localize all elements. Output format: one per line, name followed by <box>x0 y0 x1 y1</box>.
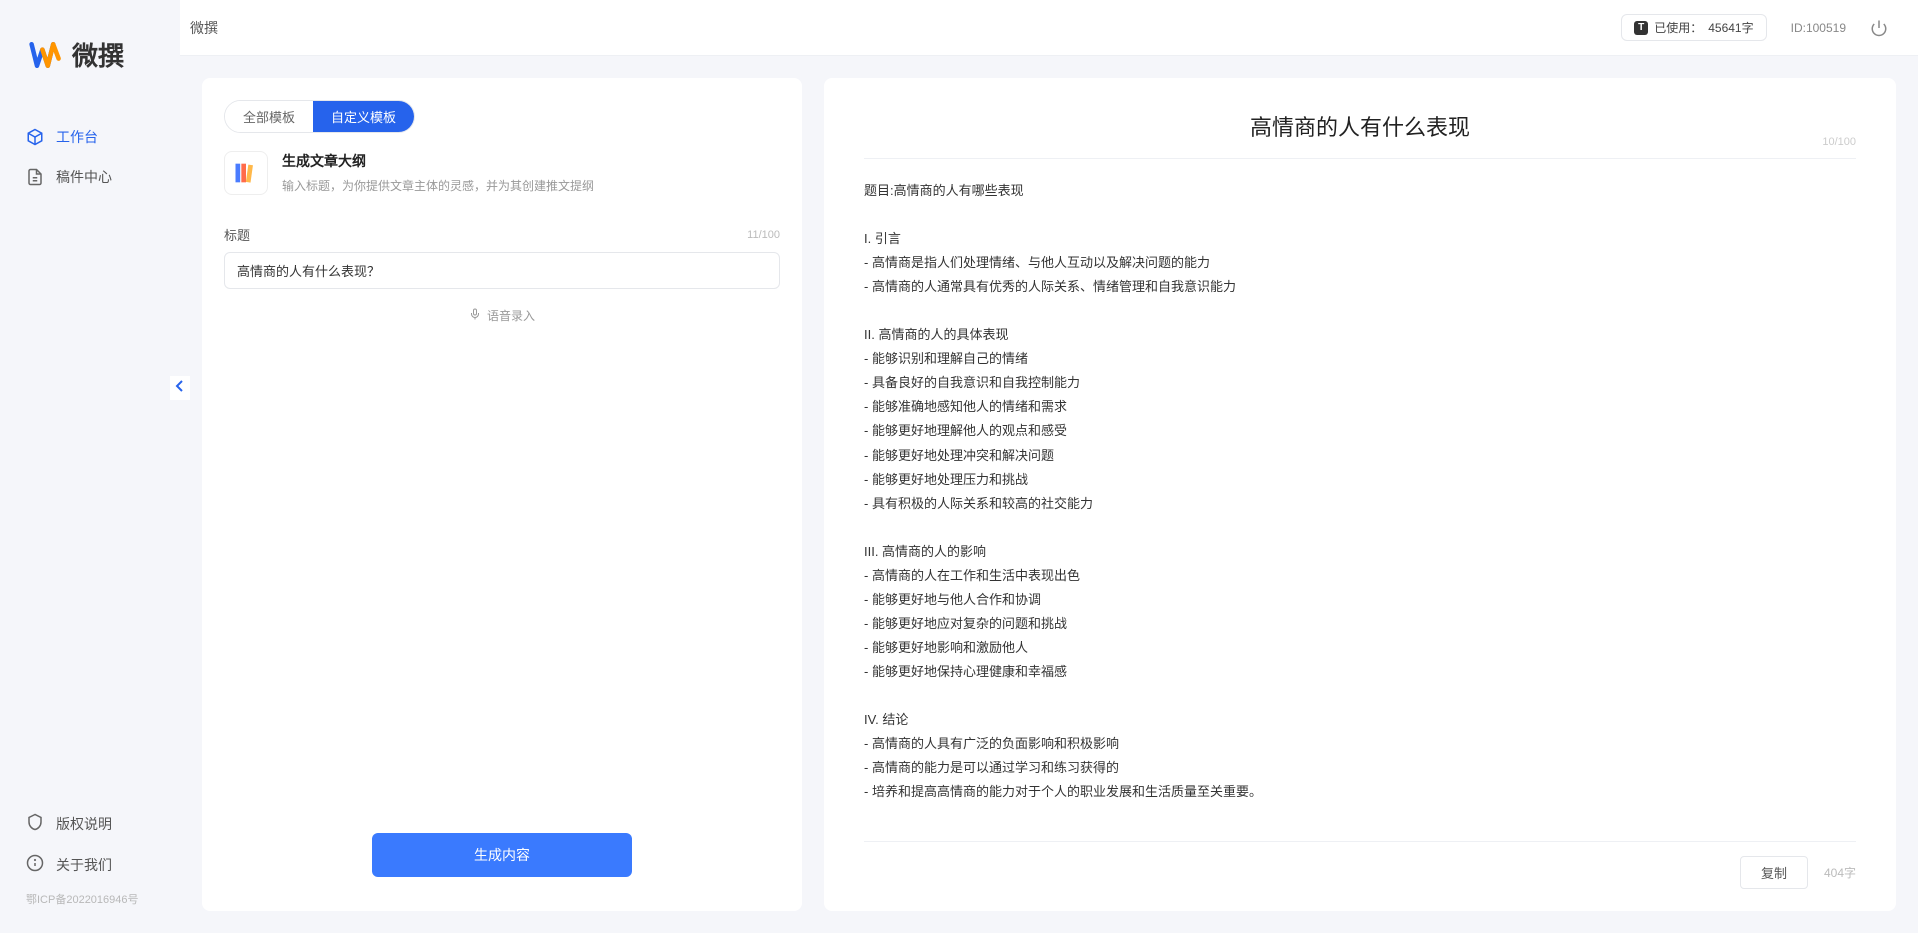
info-icon <box>26 854 44 875</box>
field-label: 标题 <box>224 225 250 244</box>
usage-label: 已使用： <box>1654 19 1702 36</box>
main: 微撰 T 已使用： 45641字 ID:100519 全部模板 自定义模板 <box>180 0 1918 933</box>
usage-badge[interactable]: T 已使用： 45641字 <box>1621 14 1766 41</box>
footer-item-copyright[interactable]: 版权说明 <box>0 803 180 844</box>
template-card: 生成文章大纲 输入标题，为你提供文章主体的灵感，并为其创建推文提纲 <box>224 133 780 215</box>
tab-all-templates[interactable]: 全部模板 <box>225 101 313 132</box>
title-input[interactable] <box>224 252 780 289</box>
nav-item-workbench[interactable]: 工作台 <box>0 117 180 157</box>
footer-item-label: 关于我们 <box>56 855 112 875</box>
collapse-handle[interactable] <box>170 376 190 400</box>
nav-item-label: 稿件中心 <box>56 167 112 187</box>
voice-input-button[interactable]: 语音录入 <box>224 289 780 342</box>
logo-text: 微撰 <box>72 36 124 73</box>
nav-item-drafts[interactable]: 稿件中心 <box>0 157 180 197</box>
microphone-icon <box>469 308 481 323</box>
power-icon[interactable] <box>1870 19 1888 37</box>
output-title-row: 高情商的人有什么表现 10/100 <box>864 100 1856 159</box>
nav: 工作台 稿件中心 <box>0 97 180 803</box>
logo: 微撰 <box>0 0 180 97</box>
topbar: 微撰 T 已使用： 45641字 ID:100519 <box>180 0 1918 56</box>
cube-icon <box>26 128 44 146</box>
card-desc: 输入标题，为你提供文章主体的灵感，并为其创建推文提纲 <box>282 177 780 194</box>
content: 全部模板 自定义模板 生成文章大纲 输入标题，为你提供文章主体的灵感，并为其创建… <box>180 56 1918 933</box>
usage-value: 45641字 <box>1708 19 1753 36</box>
card-title: 生成文章大纲 <box>282 151 780 171</box>
title-counter: 10/100 <box>1822 136 1856 148</box>
user-id: ID:100519 <box>1791 21 1846 35</box>
field-counter: 11/100 <box>747 229 780 241</box>
tab-custom-templates[interactable]: 自定义模板 <box>313 101 414 132</box>
sidebar-bottom: 版权说明 关于我们 鄂ICP备2022016946号 <box>0 803 180 933</box>
tabs: 全部模板 自定义模板 <box>224 100 415 133</box>
form-section: 标题 11/100 语音录入 <box>224 215 780 342</box>
document-icon <box>26 168 44 186</box>
panel-right: 高情商的人有什么表现 10/100 题目:高情商的人有哪些表现 I. 引言 - … <box>824 78 1896 911</box>
books-icon <box>224 151 268 195</box>
output-body[interactable]: 题目:高情商的人有哪些表现 I. 引言 - 高情商是指人们处理情绪、与他人互动以… <box>864 159 1856 841</box>
text-icon: T <box>1634 21 1648 35</box>
voice-hint: 语音录入 <box>487 307 535 324</box>
output-title: 高情商的人有什么表现 <box>864 110 1856 142</box>
nav-item-label: 工作台 <box>56 127 98 147</box>
copy-button[interactable]: 复制 <box>1740 856 1808 889</box>
output-footer: 复制 404字 <box>864 841 1856 889</box>
footer-item-label: 版权说明 <box>56 814 112 834</box>
chevron-left-icon <box>175 379 185 397</box>
icp-text: 鄂ICP备2022016946号 <box>0 885 180 913</box>
generate-button[interactable]: 生成内容 <box>372 833 632 877</box>
page-title: 微撰 <box>190 18 218 38</box>
panel-left: 全部模板 自定义模板 生成文章大纲 输入标题，为你提供文章主体的灵感，并为其创建… <box>202 78 802 911</box>
shield-icon <box>26 813 44 834</box>
word-count: 404字 <box>1824 864 1856 881</box>
logo-icon <box>28 37 64 73</box>
sidebar: 微撰 工作台 稿件中心 <box>0 0 180 933</box>
footer-item-about[interactable]: 关于我们 <box>0 844 180 885</box>
